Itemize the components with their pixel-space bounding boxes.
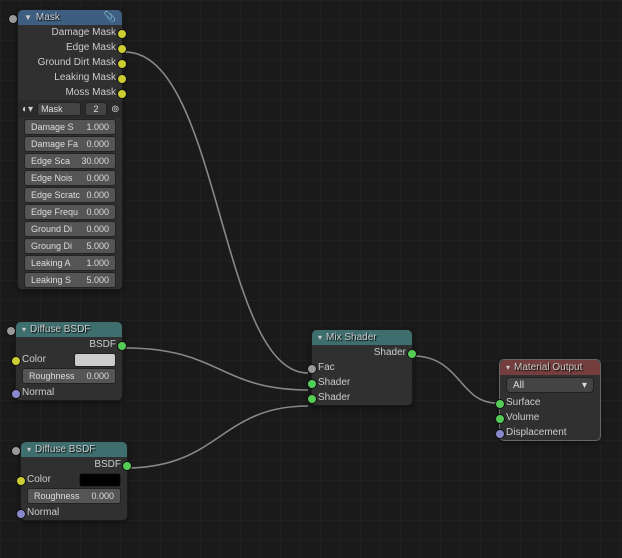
mask-users-field[interactable] (85, 102, 107, 116)
input-roughness[interactable]: Roughness0.000 (27, 488, 121, 504)
output-damage-mask: Damage Mask (18, 25, 122, 40)
datablock-icon[interactable]: ◐▾ (22, 104, 33, 115)
input-leaking-a[interactable]: Leaking A1.000 (24, 255, 116, 271)
input-normal[interactable]: Normal (16, 385, 122, 400)
input-shader-2[interactable]: Shader (312, 390, 412, 405)
collapse-icon[interactable]: ▾ (27, 445, 31, 454)
fake-user-icon[interactable]: ⊚ (111, 104, 119, 115)
output-bsdf: BSDF (16, 337, 122, 352)
chevron-down-icon: ▾ (582, 380, 587, 391)
node-mask[interactable]: ▼ Mask 📎 Damage MaskEdge MaskGround Dirt… (17, 9, 123, 290)
input-groung-di[interactable]: Groung Di5.000 (24, 238, 116, 254)
input-edge-frequ[interactable]: Edge Frequ0.000 (24, 204, 116, 220)
node-header-output[interactable]: ▾ Material Output (500, 360, 600, 375)
collapse-icon[interactable]: ▾ (506, 363, 510, 372)
input-surface[interactable]: Surface (500, 395, 600, 410)
node-title: Material Output (514, 362, 594, 373)
input-leaking-s[interactable]: Leaking S5.000 (24, 272, 116, 288)
node-mix-shader[interactable]: ▾ Mix Shader Shader Fac Shader Shader (311, 329, 413, 406)
node-title: Mix Shader (326, 332, 406, 343)
pin-icon[interactable]: 📎 (104, 12, 116, 23)
target-dropdown[interactable]: All▾ (506, 377, 594, 393)
input-displacement[interactable]: Displacement (500, 425, 600, 440)
node-title: Mask (36, 12, 104, 23)
input-shader-1[interactable]: Shader (312, 375, 412, 390)
node-diffuse-bsdf-2[interactable]: ▾ Diffuse BSDF BSDF Color Roughness0.000… (20, 441, 128, 521)
collapse-icon[interactable]: ▾ (318, 333, 322, 342)
node-material-output[interactable]: ▾ Material Output All▾ Surface Volume Di… (499, 359, 601, 441)
node-header-mask[interactable]: ▼ Mask 📎 (18, 10, 122, 25)
color-swatch[interactable] (74, 353, 116, 367)
node-title: Diffuse BSDF (30, 324, 116, 335)
color-swatch[interactable] (79, 473, 121, 487)
output-bsdf: BSDF (21, 457, 127, 472)
input-color-row[interactable]: Color (16, 352, 122, 367)
node-header-diffuse-2[interactable]: ▾ Diffuse BSDF (21, 442, 127, 457)
output-edge-mask: Edge Mask (18, 40, 122, 55)
output-moss-mask: Moss Mask (18, 85, 122, 100)
output-shader: Shader (312, 345, 412, 360)
input-ground-di[interactable]: Ground Di0.000 (24, 221, 116, 237)
collapse-icon[interactable]: ▾ (22, 325, 26, 334)
node-title: Diffuse BSDF (35, 444, 121, 455)
node-header-mix[interactable]: ▾ Mix Shader (312, 330, 412, 345)
collapse-icon[interactable]: ▼ (24, 13, 32, 22)
input-roughness[interactable]: Roughness0.000 (22, 368, 116, 384)
input-edge-sca[interactable]: Edge Sca30.000 (24, 153, 116, 169)
output-ground-dirt-mask: Ground Dirt Mask (18, 55, 122, 70)
input-color-row[interactable]: Color (21, 472, 127, 487)
input-damage-s[interactable]: Damage S1.000 (24, 119, 116, 135)
input-edge-scratc[interactable]: Edge Scratc0.000 (24, 187, 116, 203)
output-leaking-mask: Leaking Mask (18, 70, 122, 85)
mask-name-field[interactable] (37, 102, 81, 116)
input-fac[interactable]: Fac (312, 360, 412, 375)
input-normal[interactable]: Normal (21, 505, 127, 520)
input-edge-nois[interactable]: Edge Nois0.000 (24, 170, 116, 186)
input-damage-fa[interactable]: Damage Fa0.000 (24, 136, 116, 152)
node-diffuse-bsdf-1[interactable]: ▾ Diffuse BSDF BSDF Color Roughness0.000… (15, 321, 123, 401)
node-header-diffuse-1[interactable]: ▾ Diffuse BSDF (16, 322, 122, 337)
input-volume[interactable]: Volume (500, 410, 600, 425)
mask-toolbar[interactable]: ◐▾ ⊚ (18, 100, 122, 118)
